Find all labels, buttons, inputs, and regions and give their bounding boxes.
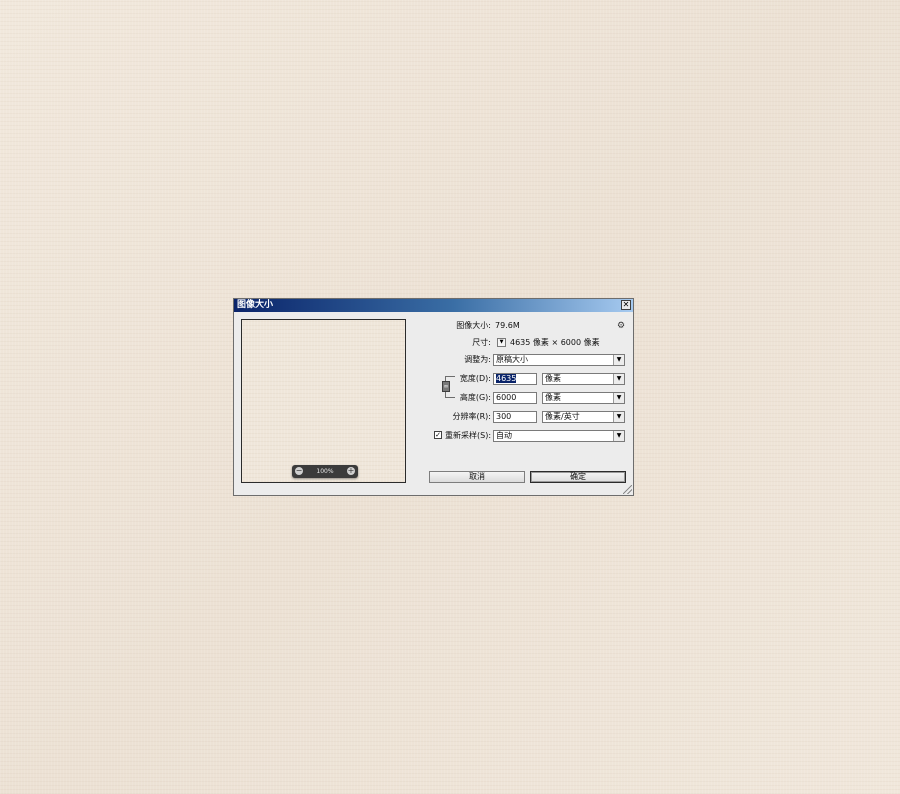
zoom-control: − 100% + bbox=[292, 465, 358, 478]
chevron-down-icon: ▼ bbox=[613, 374, 624, 384]
ok-button[interactable]: 确定 bbox=[530, 471, 626, 483]
height-unit-value: 像素 bbox=[545, 393, 561, 402]
cancel-button[interactable]: 取消 bbox=[429, 471, 525, 483]
width-label: 宽度(D): bbox=[459, 374, 491, 383]
dimensions-value: 4635 像素 × 6000 像素 bbox=[510, 338, 600, 347]
fit-to-label: 调整为: bbox=[464, 355, 491, 364]
width-input[interactable]: 4635 bbox=[493, 373, 537, 385]
dialog-title: 图像大小 bbox=[237, 300, 274, 310]
resolution-input[interactable]: 300 bbox=[493, 411, 537, 423]
chevron-down-icon: ▼ bbox=[613, 412, 624, 422]
resample-checkbox[interactable]: ✓ bbox=[434, 431, 442, 439]
resample-select[interactable]: 自动 ▼ bbox=[493, 430, 625, 442]
height-value: 6000 bbox=[496, 393, 517, 402]
zoom-in-icon[interactable]: + bbox=[347, 467, 355, 475]
width-value: 4635 bbox=[496, 374, 517, 383]
dimensions-unit-dropdown[interactable]: ▼ bbox=[497, 338, 506, 347]
image-size-dialog: 图像大小 ✕ − 100% + 图像大小: 79.6M ⚙ 尺寸: ▼ 4635… bbox=[233, 298, 634, 496]
resolution-unit-select[interactable]: 像素/英寸 ▼ bbox=[542, 411, 625, 423]
resolution-value: 300 bbox=[496, 412, 512, 421]
chevron-down-icon: ▼ bbox=[613, 355, 624, 365]
chevron-down-icon: ▼ bbox=[613, 431, 624, 441]
fit-to-select[interactable]: 原稿大小 ▼ bbox=[493, 354, 625, 366]
image-size-label: 图像大小: bbox=[456, 321, 491, 330]
close-button[interactable]: ✕ bbox=[621, 300, 631, 310]
width-unit-select[interactable]: 像素 ▼ bbox=[542, 373, 625, 385]
resolution-unit-value: 像素/英寸 bbox=[545, 412, 580, 421]
gear-icon[interactable]: ⚙ bbox=[617, 321, 625, 331]
resize-grip[interactable] bbox=[623, 485, 632, 494]
image-size-value: 79.6M bbox=[495, 321, 520, 330]
resample-label: 重新采样(S): bbox=[445, 431, 492, 440]
zoom-level: 100% bbox=[316, 468, 334, 475]
dimensions-label: 尺寸: bbox=[472, 338, 491, 347]
height-unit-select[interactable]: 像素 ▼ bbox=[542, 392, 625, 404]
chevron-down-icon: ▼ bbox=[613, 393, 624, 403]
zoom-out-icon[interactable]: − bbox=[295, 467, 303, 475]
resample-value: 自动 bbox=[496, 431, 512, 440]
height-label: 高度(G): bbox=[459, 393, 491, 402]
width-unit-value: 像素 bbox=[545, 374, 561, 383]
dialog-titlebar[interactable]: 图像大小 ✕ bbox=[234, 299, 633, 312]
image-preview[interactable]: − 100% + bbox=[241, 319, 406, 483]
fit-to-value: 原稿大小 bbox=[496, 355, 528, 364]
resolution-label: 分辨率(R): bbox=[452, 412, 492, 421]
height-input[interactable]: 6000 bbox=[493, 392, 537, 404]
